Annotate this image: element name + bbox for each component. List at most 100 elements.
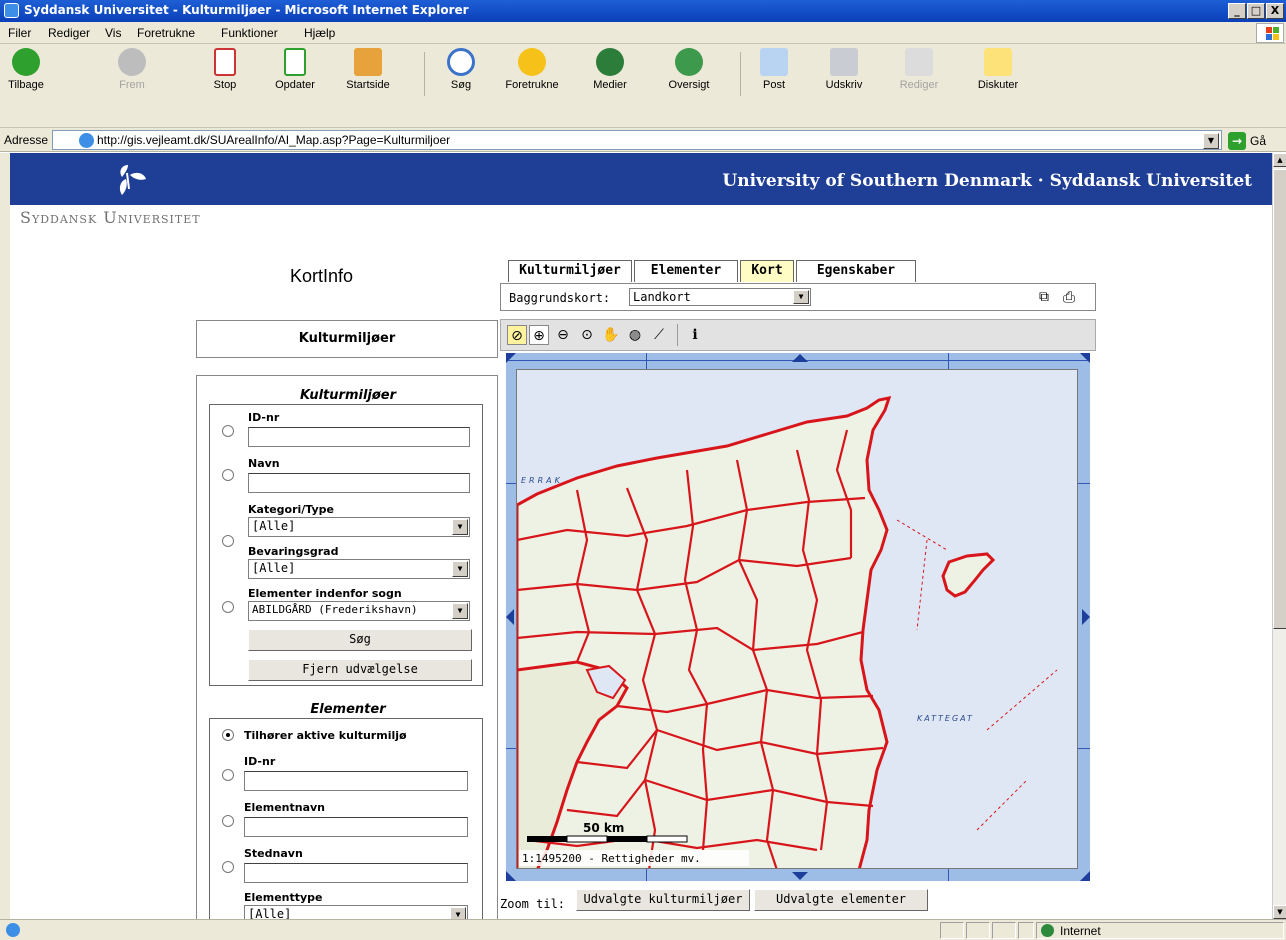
zoom-out-icon[interactable]: ⊖ bbox=[553, 325, 573, 345]
menu-edit[interactable]: Rediger bbox=[48, 26, 90, 40]
media-button[interactable]: Medier bbox=[590, 48, 630, 91]
minimize-button[interactable]: _ bbox=[1228, 3, 1246, 19]
element-id-input[interactable] bbox=[244, 771, 468, 791]
go-button[interactable]: → Gå bbox=[1228, 131, 1282, 151]
zoom-query-icon[interactable]: ⊙ bbox=[577, 325, 597, 345]
pan-west-arrow[interactable] bbox=[506, 609, 514, 625]
pan-southwest-arrow[interactable] bbox=[506, 871, 516, 881]
clear-selection-button[interactable]: Fjern udvælgelse bbox=[248, 659, 472, 681]
close-button[interactable]: X bbox=[1266, 3, 1284, 19]
tab-kulturmiljoer[interactable]: Kulturmiljøer bbox=[508, 260, 632, 282]
printer-icon[interactable]: ⎙ bbox=[1063, 288, 1075, 306]
radio-category[interactable] bbox=[222, 535, 234, 547]
radio-elementname[interactable] bbox=[222, 815, 234, 827]
star-icon bbox=[518, 48, 546, 76]
search-panel: Kulturmiljøer ID-nr Navn Kategori/Type [… bbox=[196, 375, 498, 919]
new-window-icon[interactable]: ⧉ bbox=[1039, 289, 1049, 305]
chevron-down-icon: ▼ bbox=[452, 603, 468, 619]
search-submit-button[interactable]: Søg bbox=[248, 629, 472, 651]
radio-belongs-active[interactable] bbox=[222, 729, 234, 741]
chevron-down-icon: ▼ bbox=[452, 561, 468, 577]
category-select[interactable]: [Alle] ▼ bbox=[248, 517, 470, 537]
info-icon[interactable]: i bbox=[685, 325, 705, 345]
name-label: Navn bbox=[248, 457, 280, 470]
history-icon bbox=[675, 48, 703, 76]
scroll-down-icon[interactable]: ▼ bbox=[1273, 905, 1286, 919]
toolbar-separator bbox=[677, 324, 678, 346]
panel-title: Kulturmiljøer bbox=[196, 320, 498, 358]
name-input[interactable] bbox=[248, 473, 470, 493]
pan-northeast-arrow[interactable] bbox=[1080, 353, 1090, 363]
pan-hand-icon[interactable]: ✋ bbox=[601, 325, 621, 345]
menu-file[interactable]: Filer bbox=[8, 26, 31, 40]
pan-southeast-arrow[interactable] bbox=[1080, 871, 1090, 881]
radio-id[interactable] bbox=[222, 425, 234, 437]
edit-icon bbox=[905, 48, 933, 76]
globe-icon[interactable]: ◍ bbox=[625, 325, 645, 345]
mail-button[interactable]: Post bbox=[756, 48, 792, 91]
security-zone-label: Internet bbox=[1060, 924, 1101, 938]
menu-favorites[interactable]: Foretrukne bbox=[137, 26, 195, 40]
forward-button[interactable]: Frem bbox=[112, 48, 152, 91]
parish-select[interactable]: ABILDGÅRD (Frederikshavn) ▼ bbox=[248, 601, 470, 621]
discuss-icon bbox=[984, 48, 1012, 76]
menu-help[interactable]: Hjælp bbox=[304, 26, 335, 40]
refresh-button[interactable]: Opdater bbox=[272, 48, 318, 91]
tab-elementer[interactable]: Elementer bbox=[634, 260, 738, 282]
chevron-down-icon: ▼ bbox=[452, 519, 468, 535]
pan-northwest-arrow[interactable] bbox=[506, 353, 516, 363]
stop-button[interactable]: Stop bbox=[208, 48, 242, 91]
zoom-extent-icon[interactable]: ⊘ bbox=[507, 325, 527, 345]
pan-east-arrow[interactable] bbox=[1082, 609, 1090, 625]
elementname-input[interactable] bbox=[244, 817, 468, 837]
search-button[interactable]: Søg bbox=[446, 48, 476, 91]
page-scrollbar[interactable]: ▲ ▼ bbox=[1272, 153, 1286, 919]
address-label: Adresse bbox=[4, 133, 49, 147]
menu-bar: Filer Rediger Vis Foretrukne Funktioner … bbox=[0, 22, 1286, 44]
zoom-elements-button[interactable]: Udvalgte elementer bbox=[754, 889, 928, 911]
id-input[interactable] bbox=[248, 427, 470, 447]
menu-tools[interactable]: Funktioner bbox=[221, 26, 278, 40]
radio-parish[interactable] bbox=[222, 601, 234, 613]
home-button[interactable]: Startside bbox=[340, 48, 396, 91]
tab-kort[interactable]: Kort bbox=[740, 260, 794, 282]
ie-window-icon[interactable] bbox=[4, 3, 19, 18]
history-button[interactable]: Oversigt bbox=[664, 48, 714, 91]
discuss-button[interactable]: Diskuter bbox=[972, 48, 1024, 91]
status-bar: Internet bbox=[0, 919, 1286, 940]
edit-button[interactable]: Rediger bbox=[896, 48, 942, 91]
radio-name[interactable] bbox=[222, 469, 234, 481]
pan-north-arrow[interactable] bbox=[792, 354, 808, 362]
internet-zone-icon bbox=[1041, 924, 1054, 937]
radio-placename[interactable] bbox=[222, 861, 234, 873]
preservation-select[interactable]: [Alle] ▼ bbox=[248, 559, 470, 579]
favorites-button[interactable]: Foretrukne bbox=[500, 48, 564, 91]
elementtype-select[interactable]: [Alle] ▼ bbox=[244, 905, 468, 919]
belongs-active-label: Tilhører aktive kulturmiljø bbox=[244, 729, 407, 742]
chevron-down-icon: ▼ bbox=[450, 907, 466, 919]
menu-view[interactable]: Vis bbox=[105, 26, 121, 40]
scroll-thumb[interactable] bbox=[1273, 169, 1286, 629]
kulturmiljoer-search-box: ID-nr Navn Kategori/Type [Alle] ▼ Bevarin… bbox=[209, 404, 483, 686]
pan-south-arrow[interactable] bbox=[792, 872, 808, 880]
tab-egenskaber[interactable]: Egenskaber bbox=[796, 260, 916, 282]
address-input[interactable]: http://gis.vejleamt.dk/SUArealInfo/AI_Ma… bbox=[52, 130, 1222, 150]
back-arrow-icon bbox=[12, 48, 40, 76]
back-button[interactable]: Tilbage bbox=[4, 48, 48, 91]
placename-label: Stednavn bbox=[244, 847, 303, 860]
scroll-up-icon[interactable]: ▲ bbox=[1273, 153, 1286, 167]
maximize-button[interactable]: □ bbox=[1247, 3, 1265, 19]
map-viewport[interactable]: ERRAK KATTEGAT 50 km 1:1495200 - Rettigh… bbox=[516, 369, 1078, 869]
id-label: ID-nr bbox=[248, 411, 280, 424]
zoom-culture-button[interactable]: Udvalgte kulturmiljøer bbox=[576, 889, 750, 911]
basemap-select[interactable]: Landkort ▼ bbox=[629, 288, 811, 306]
banner-heading: University of Southern Denmark · Syddans… bbox=[722, 171, 1252, 191]
placename-input[interactable] bbox=[244, 863, 468, 883]
measure-ruler-icon[interactable]: ⟋ bbox=[649, 325, 669, 345]
radio-element-id[interactable] bbox=[222, 769, 234, 781]
address-dropdown-button[interactable]: ▼ bbox=[1203, 133, 1219, 149]
basemap-row: Baggrundskort: Landkort ▼ ⧉ ⎙ bbox=[500, 283, 1096, 311]
zoom-in-icon[interactable]: ⊕ bbox=[529, 325, 549, 345]
print-button[interactable]: Udskriv bbox=[822, 48, 866, 91]
toolbar-separator bbox=[740, 52, 741, 96]
